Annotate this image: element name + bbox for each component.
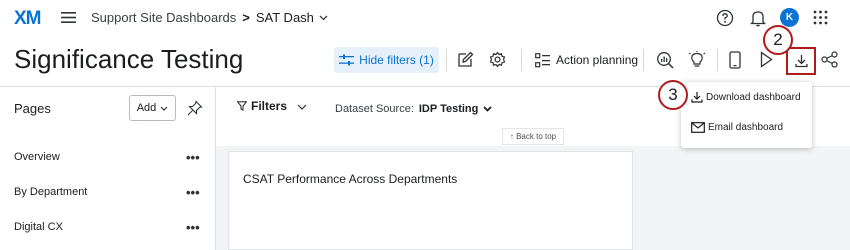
dataset-source-selector[interactable]: Dataset Source: IDP Testing xyxy=(335,103,493,115)
pin-icon[interactable] xyxy=(187,100,203,116)
funnel-icon xyxy=(237,101,247,111)
chevron-down-icon xyxy=(160,106,168,111)
download-dropdown-menu: Download dashboard Email dashboard xyxy=(681,82,812,148)
hide-filters-button[interactable]: Hide filters (1) xyxy=(334,47,439,73)
download-dashboard-item[interactable]: Download dashboard xyxy=(691,91,801,103)
share-icon[interactable] xyxy=(821,51,838,68)
callout-step-3: 3 xyxy=(658,80,688,110)
app-grid-icon[interactable] xyxy=(813,10,828,25)
download-dashboard-label: Download dashboard xyxy=(706,91,801,103)
breadcrumb-parent[interactable]: Support Site Dashboards xyxy=(91,10,236,25)
action-planning-label: Action planning xyxy=(556,53,639,67)
email-dashboard-item[interactable]: Email dashboard xyxy=(691,122,783,133)
hamburger-menu-icon[interactable] xyxy=(61,11,76,24)
bell-icon[interactable] xyxy=(750,9,766,27)
action-planning-button[interactable]: Action planning xyxy=(535,50,638,70)
lightbulb-icon[interactable] xyxy=(688,51,706,69)
dataset-source-label: Dataset Source: xyxy=(335,103,414,115)
pages-heading: Pages xyxy=(14,101,51,116)
download-icon xyxy=(794,54,808,68)
breadcrumb-separator: > xyxy=(242,10,250,25)
filters-label: Filters xyxy=(251,99,288,113)
edit-icon[interactable] xyxy=(457,51,474,68)
more-options-icon[interactable]: ••• xyxy=(186,220,200,235)
mobile-preview-icon[interactable] xyxy=(729,51,741,69)
download-icon xyxy=(691,91,703,103)
widget-card[interactable] xyxy=(228,151,633,250)
xm-logo[interactable]: XM xyxy=(14,8,41,30)
toolbar-divider xyxy=(446,49,447,71)
more-options-icon[interactable]: ••• xyxy=(186,185,200,200)
more-options-icon[interactable]: ••• xyxy=(186,150,200,165)
sidebar-item-overview[interactable]: Overview xyxy=(14,151,60,163)
breadcrumb-current[interactable]: SAT Dash xyxy=(256,10,314,25)
toolbar-divider xyxy=(717,49,718,71)
download-button[interactable] xyxy=(786,47,816,75)
dataset-source-value: IDP Testing xyxy=(418,103,479,115)
help-icon[interactable] xyxy=(716,9,734,27)
page-title: Significance Testing xyxy=(14,44,244,74)
back-to-top-button[interactable]: ↑ Back to top xyxy=(502,128,564,145)
add-page-button[interactable]: Add xyxy=(129,95,176,121)
stats-search-icon[interactable] xyxy=(656,51,674,69)
hide-filters-label: Hide filters (1) xyxy=(359,53,434,67)
add-label: Add xyxy=(136,102,157,114)
caret-down-icon xyxy=(483,106,493,112)
action-planning-icon xyxy=(535,52,550,68)
gear-icon[interactable] xyxy=(489,51,506,68)
chevron-down-icon[interactable] xyxy=(297,104,307,110)
envelope-icon xyxy=(691,122,705,133)
top-bar: XM Support Site Dashboards > SAT Dash K xyxy=(0,0,850,36)
chevron-down-icon[interactable] xyxy=(319,15,328,21)
avatar[interactable]: K xyxy=(780,8,799,27)
callout-step-2: 2 xyxy=(763,25,793,55)
sidebar-item-digital-cx[interactable]: Digital CX xyxy=(14,221,63,233)
sidebar-item-by-department[interactable]: By Department xyxy=(14,186,87,198)
email-dashboard-label: Email dashboard xyxy=(708,122,784,133)
filters-toggle[interactable]: Filters xyxy=(237,99,287,113)
filter-sliders-icon xyxy=(339,54,355,66)
breadcrumb: Support Site Dashboards > SAT Dash xyxy=(91,10,328,25)
toolbar-divider xyxy=(521,49,522,71)
toolbar-divider xyxy=(643,49,644,71)
widget-title: CSAT Performance Across Departments xyxy=(243,172,458,186)
